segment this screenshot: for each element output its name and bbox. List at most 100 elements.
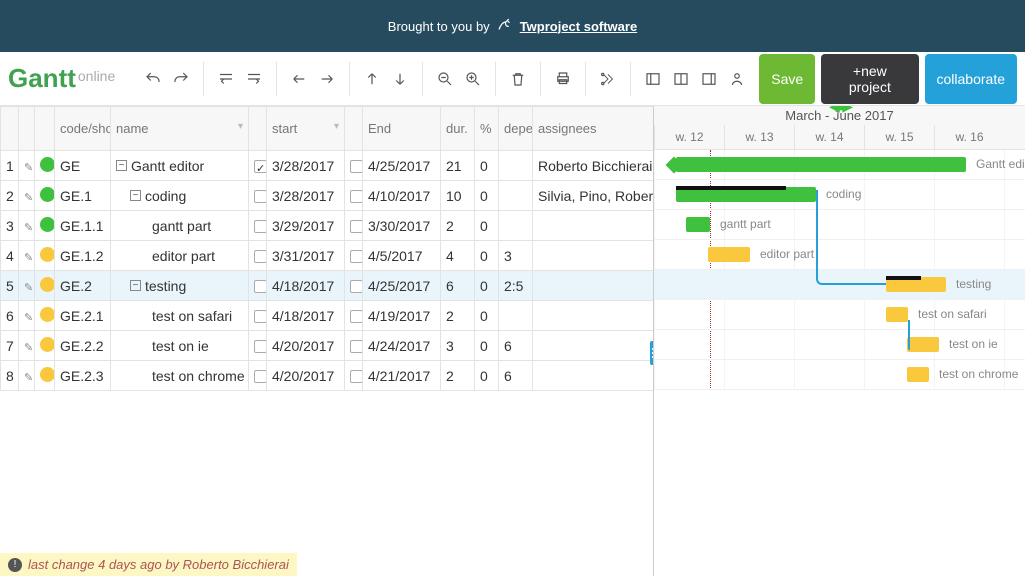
edit-row-icon[interactable]: ✎ <box>19 331 35 361</box>
gantt-row[interactable]: test on safari <box>654 300 1025 330</box>
task-progress[interactable]: 0 <box>475 331 499 361</box>
task-duration[interactable]: 3 <box>441 331 475 361</box>
task-code[interactable]: GE.1.1 <box>55 211 111 241</box>
edit-row-icon[interactable]: ✎ <box>19 301 35 331</box>
outdent-icon[interactable] <box>288 68 310 90</box>
end-milestone-checkbox[interactable] <box>345 271 363 301</box>
table-row[interactable]: 1✎GE−Gantt editor3/28/20174/25/2017210Ro… <box>1 151 655 181</box>
task-progress[interactable]: 0 <box>475 301 499 331</box>
task-duration[interactable]: 2 <box>441 301 475 331</box>
col-pct[interactable]: % <box>475 107 499 151</box>
start-milestone-checkbox[interactable] <box>249 271 267 301</box>
task-depends[interactable] <box>499 301 533 331</box>
gantt-row[interactable]: test on ie <box>654 330 1025 360</box>
col-assn[interactable]: assignees <box>533 107 655 151</box>
task-progress[interactable]: 0 <box>475 211 499 241</box>
task-end[interactable]: 4/21/2017 <box>363 361 441 391</box>
gantt-bar[interactable] <box>907 337 939 352</box>
sort-icon[interactable]: ▾ <box>238 121 243 132</box>
table-row[interactable]: 2✎GE.1−coding3/28/20174/10/2017100Silvia… <box>1 181 655 211</box>
task-depends[interactable]: 6 <box>499 331 533 361</box>
end-milestone-checkbox[interactable] <box>345 181 363 211</box>
task-code[interactable]: GE.1.2 <box>55 241 111 271</box>
task-assignees[interactable]: Silvia, Pino, Robert <box>533 181 655 211</box>
save-button[interactable]: Save <box>759 54 815 104</box>
gantt-bar[interactable] <box>686 217 710 232</box>
edit-row-icon[interactable]: ✎ <box>19 271 35 301</box>
task-progress[interactable]: 0 <box>475 151 499 181</box>
task-duration[interactable]: 2 <box>441 211 475 241</box>
task-start[interactable]: 4/18/2017 <box>267 271 345 301</box>
gantt-bar[interactable] <box>708 247 750 262</box>
task-name[interactable]: gantt part <box>111 211 249 241</box>
indent-icon[interactable] <box>316 68 338 90</box>
task-code[interactable]: GE.2 <box>55 271 111 301</box>
end-milestone-checkbox[interactable] <box>345 361 363 391</box>
task-depends[interactable]: 6 <box>499 361 533 391</box>
edit-row-icon[interactable]: ✎ <box>19 181 35 211</box>
col-name[interactable]: name▾ <box>111 107 249 151</box>
column-resize-widget[interactable]: ◀■▶ <box>829 106 850 115</box>
col-dur[interactable]: dur. <box>441 107 475 151</box>
gantt-bar[interactable] <box>886 307 908 322</box>
start-milestone-checkbox[interactable] <box>249 331 267 361</box>
task-depends[interactable]: 3 <box>499 241 533 271</box>
task-progress[interactable]: 0 <box>475 271 499 301</box>
table-row[interactable]: 4✎GE.1.2editor part3/31/20174/5/2017403 <box>1 241 655 271</box>
collaborate-button[interactable]: collaborate <box>925 54 1018 104</box>
task-duration[interactable]: 21 <box>441 151 475 181</box>
task-end[interactable]: 4/19/2017 <box>363 301 441 331</box>
col-dep[interactable]: depe <box>499 107 533 151</box>
task-code[interactable]: GE.1 <box>55 181 111 211</box>
collapse-icon[interactable]: − <box>130 190 141 201</box>
status-dot[interactable] <box>35 301 55 331</box>
task-depends[interactable] <box>499 211 533 241</box>
sort-icon[interactable]: ▾ <box>334 121 339 132</box>
task-depends[interactable] <box>499 151 533 181</box>
start-milestone-checkbox[interactable] <box>249 181 267 211</box>
insert-below-icon[interactable] <box>243 68 265 90</box>
collapse-icon[interactable]: − <box>130 280 141 291</box>
task-duration[interactable]: 6 <box>441 271 475 301</box>
edit-row-icon[interactable]: ✎ <box>19 151 35 181</box>
table-row[interactable]: 5✎GE.2−testing4/18/20174/25/2017602:5 <box>1 271 655 301</box>
start-milestone-checkbox[interactable] <box>249 241 267 271</box>
col-end[interactable]: End <box>363 107 441 151</box>
status-dot[interactable] <box>35 151 55 181</box>
status-dot[interactable] <box>35 361 55 391</box>
edit-row-icon[interactable]: ✎ <box>19 241 35 271</box>
resources-icon[interactable] <box>726 68 748 90</box>
col-start[interactable]: start▾ <box>267 107 345 151</box>
gantt-bar[interactable] <box>676 157 966 172</box>
task-start[interactable]: 4/18/2017 <box>267 301 345 331</box>
gantt-body[interactable]: Gantt editorcodinggantt parteditor partt… <box>654 150 1025 390</box>
delete-icon[interactable] <box>507 68 529 90</box>
move-up-icon[interactable] <box>361 68 383 90</box>
task-start[interactable]: 3/28/2017 <box>267 181 345 211</box>
table-row[interactable]: 3✎GE.1.1gantt part3/29/20173/30/201720 <box>1 211 655 241</box>
status-dot[interactable] <box>35 331 55 361</box>
gantt-bar[interactable] <box>907 367 929 382</box>
status-dot[interactable] <box>35 271 55 301</box>
task-assignees[interactable] <box>533 271 655 301</box>
table-row[interactable]: 7✎GE.2.2test on ie4/20/20174/24/2017306 <box>1 331 655 361</box>
task-end[interactable]: 4/25/2017 <box>363 151 441 181</box>
undo-icon[interactable] <box>142 68 164 90</box>
collapse-icon[interactable]: − <box>116 160 127 171</box>
task-duration[interactable]: 4 <box>441 241 475 271</box>
task-duration[interactable]: 10 <box>441 181 475 211</box>
start-milestone-checkbox[interactable] <box>249 151 267 181</box>
task-progress[interactable]: 0 <box>475 241 499 271</box>
redo-icon[interactable] <box>170 68 192 90</box>
end-milestone-checkbox[interactable] <box>345 331 363 361</box>
task-depends[interactable] <box>499 181 533 211</box>
task-name[interactable]: test on safari <box>111 301 249 331</box>
end-milestone-checkbox[interactable] <box>345 301 363 331</box>
status-dot[interactable] <box>35 241 55 271</box>
status-dot[interactable] <box>35 181 55 211</box>
gantt-row[interactable]: test on chrome <box>654 360 1025 390</box>
new-project-button[interactable]: +new project <box>821 54 918 104</box>
task-assignees[interactable] <box>533 241 655 271</box>
task-end[interactable]: 4/5/2017 <box>363 241 441 271</box>
end-milestone-checkbox[interactable] <box>345 211 363 241</box>
